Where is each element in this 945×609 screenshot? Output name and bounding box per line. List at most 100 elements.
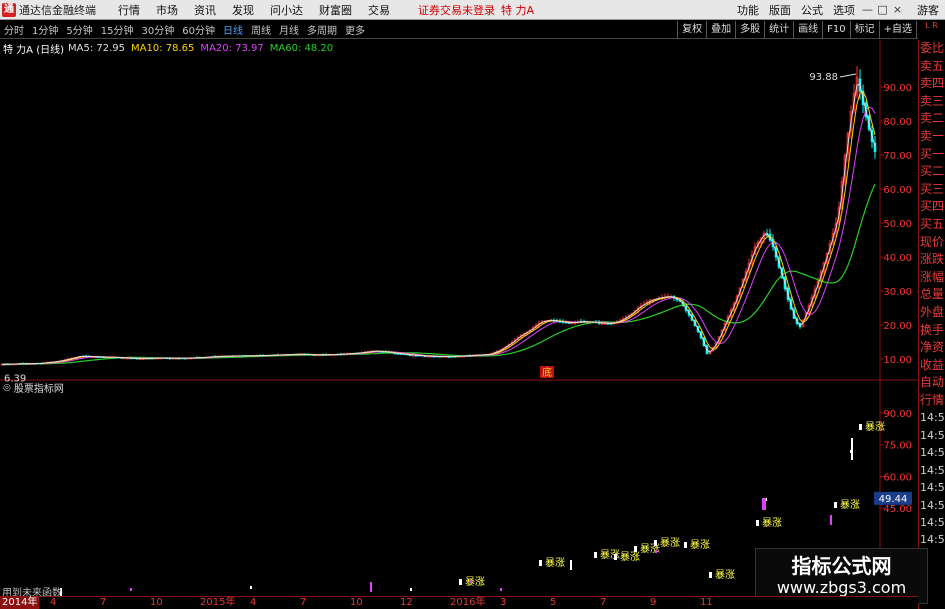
chart-area[interactable]: 10.00 20.00 30.00 40.00 50.00 60.00 70.00 80.00… <box>0 40 918 596</box>
indicator-header: ◎ 股票指标网 <box>0 380 64 396</box>
high-price-label: 93.88 <box>809 72 838 83</box>
side-item[interactable]: 买三 <box>919 181 945 199</box>
signal-bar <box>634 546 637 552</box>
period-5min[interactable]: 5分钟 <box>62 22 96 37</box>
period-60min[interactable]: 60分钟 <box>178 22 219 37</box>
ma10-line <box>1 90 876 365</box>
menu-quotes[interactable]: 行情 <box>110 2 148 18</box>
side-item[interactable]: 自动 <box>919 374 945 392</box>
multi-stock-button[interactable]: 多股 <box>735 20 764 39</box>
indicator-dot <box>470 580 472 583</box>
side-item[interactable]: 涨幅 <box>919 269 945 287</box>
indicator-tick-label: 60.00 <box>883 472 912 483</box>
surge-signal-label: 暴涨 <box>465 576 485 588</box>
side-item[interactable]: 卖一 <box>919 128 945 146</box>
period-multi[interactable]: 多周期 <box>303 22 341 37</box>
tick-time: 14:5 <box>920 463 945 477</box>
ma5-value: MA5: 72.95 <box>68 42 126 54</box>
period-15min[interactable]: 15分钟 <box>97 22 138 37</box>
watermark-title: 指标公式网 <box>791 554 892 578</box>
side-panel-corner[interactable]: L R <box>918 21 945 40</box>
side-item[interactable]: 买四 <box>919 198 945 216</box>
indicator-dot <box>830 515 832 525</box>
side-item[interactable]: 收益 <box>919 357 945 375</box>
menu-function[interactable]: 功能 <box>732 2 764 18</box>
menu-trade[interactable]: 交易 <box>360 2 398 18</box>
side-item[interactable]: 净资 <box>919 339 945 357</box>
add-watchlist-button[interactable]: +自选 <box>878 20 916 39</box>
side-item[interactable]: 换手 <box>919 322 945 340</box>
indicator-tick-label: 45.00 <box>883 504 912 515</box>
side-item[interactable]: 买五 <box>919 216 945 234</box>
indicator-settings-icon[interactable]: ◎ <box>3 383 11 393</box>
indicator-dot <box>500 588 502 591</box>
menu-market[interactable]: 市场 <box>148 2 186 18</box>
side-item[interactable]: 卖二 <box>919 110 945 128</box>
close-icon[interactable]: × <box>890 3 905 16</box>
period-30min[interactable]: 30分钟 <box>137 22 178 37</box>
ma10-value: MA10: 78.65 <box>131 42 195 54</box>
side-item[interactable]: 卖四 <box>919 75 945 93</box>
stock-name-label[interactable]: 特 力A (日线) <box>3 41 64 56</box>
indicator-value-text: 49.44 <box>879 494 908 505</box>
date-tick-label: 7 <box>600 597 607 608</box>
side-item[interactable]: 买一 <box>919 146 945 164</box>
side-item[interactable]: 外盘 <box>919 304 945 322</box>
menu-news[interactable]: 资讯 <box>186 2 224 18</box>
surge-signal-label: 暴涨 <box>620 551 640 563</box>
indicator-dot <box>655 550 657 553</box>
restore-rights-button[interactable]: 复权 <box>677 20 706 39</box>
signal-bar <box>539 560 542 566</box>
main-price-axis: 10.00 20.00 30.00 40.00 50.00 60.00 70.00 80.00… <box>0 40 918 596</box>
surge-signal-label: 暴涨 <box>865 421 885 433</box>
overlay-button[interactable]: 叠加 <box>706 20 735 39</box>
side-item[interactable]: 卖三 <box>919 93 945 111</box>
period-1min[interactable]: 1分钟 <box>28 22 62 37</box>
indicator-dot <box>250 586 252 589</box>
date-tick-label: 4 <box>250 597 257 608</box>
tick-time: 14:5 <box>920 411 945 425</box>
ma5-line <box>1 83 876 365</box>
side-item[interactable]: 买二 <box>919 163 945 181</box>
date-tick-label: 10 <box>350 597 363 608</box>
maximize-icon[interactable]: □ <box>875 3 890 16</box>
surge-signal-label: 暴涨 <box>762 517 782 529</box>
side-item[interactable]: 行情 <box>919 392 945 410</box>
minimize-icon[interactable]: — <box>860 3 875 16</box>
period-more[interactable]: 更多 <box>341 22 369 37</box>
menu-discover[interactable]: 发现 <box>224 2 262 18</box>
menu-layout[interactable]: 版面 <box>764 2 796 18</box>
menu-wealth[interactable]: 财富圈 <box>311 2 360 18</box>
side-item[interactable]: 现价 <box>919 234 945 252</box>
side-item[interactable]: 卖五 <box>919 58 945 76</box>
trade-login-status[interactable]: 证券交易未登录 <box>418 2 495 18</box>
signal-bar <box>834 502 837 508</box>
date-tick-label: 11 <box>700 597 713 608</box>
period-intraday[interactable]: 分时 <box>0 22 28 37</box>
side-item[interactable]: 总量 <box>919 286 945 304</box>
menu-options[interactable]: 选项 <box>828 2 860 18</box>
ma20-line <box>1 106 876 365</box>
side-item[interactable]: 涨跌 <box>919 251 945 269</box>
menu-ask[interactable]: 问小达 <box>262 2 311 18</box>
bottom-marker-label: 底 <box>542 366 552 379</box>
indicator-tick-label: 75.00 <box>883 441 912 452</box>
period-monthly[interactable]: 月线 <box>275 22 303 37</box>
date-tick-label: 2015年 <box>200 597 236 608</box>
high-pointer <box>839 73 857 78</box>
period-daily[interactable]: 日线 <box>219 22 247 37</box>
statistics-button[interactable]: 统计 <box>764 20 793 39</box>
signal-bar <box>459 579 462 585</box>
signal-bar <box>859 424 862 430</box>
menu-formula[interactable]: 公式 <box>796 2 828 18</box>
signal-bar <box>654 540 657 546</box>
f10-button[interactable]: F10 <box>822 20 849 39</box>
price-tick-label: 90.00 <box>883 83 912 94</box>
side-item[interactable]: 委比 <box>919 40 945 58</box>
indicator-name[interactable]: 股票指标网 <box>14 380 64 395</box>
mark-button[interactable]: 标记 <box>849 20 879 39</box>
date-tick-label: 9 <box>650 597 657 608</box>
user-guest[interactable]: 游客 <box>905 2 945 18</box>
period-weekly[interactable]: 周线 <box>247 22 275 37</box>
draw-line-button[interactable]: 画线 <box>793 20 822 39</box>
